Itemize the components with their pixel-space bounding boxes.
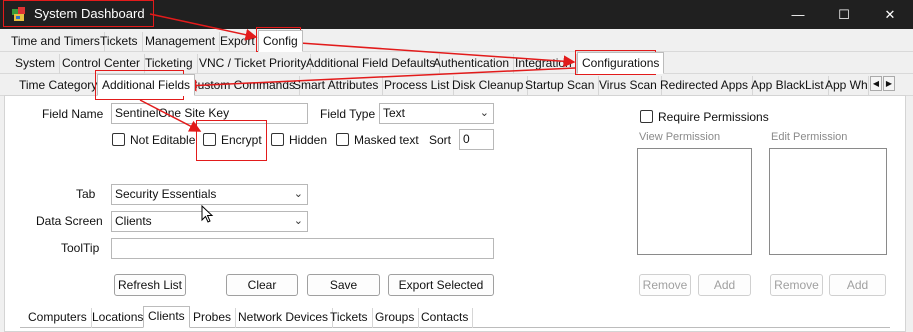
- menu-tab-row: Time and Timers Tickets Management Expor…: [0, 30, 913, 52]
- require-permissions-checkbox[interactable]: [640, 110, 653, 123]
- not-editable-label: Not Editable: [130, 133, 196, 147]
- chevron-down-icon: ⌄: [293, 188, 303, 200]
- hidden-label: Hidden: [289, 133, 328, 147]
- tab-probes[interactable]: Probes: [189, 308, 237, 328]
- hidden-checkbox[interactable]: [271, 133, 284, 146]
- view-remove-button[interactable]: Remove: [639, 274, 691, 296]
- maximize-button[interactable]: ☐: [821, 0, 867, 29]
- save-button[interactable]: Save: [307, 274, 380, 296]
- edit-permission-label: Edit Permission: [771, 131, 848, 143]
- tab-app-blacklist[interactable]: App BlackList: [747, 76, 829, 96]
- tab-computers[interactable]: Computers: [24, 308, 92, 328]
- tab-process-list[interactable]: Process List: [380, 76, 455, 96]
- mouse-cursor-icon: [201, 204, 215, 228]
- clear-button[interactable]: Clear: [226, 274, 298, 296]
- tab-system[interactable]: System: [11, 54, 61, 74]
- masked-text-checkbox[interactable]: [336, 133, 349, 146]
- tab-tickets-bottom[interactable]: Tickets: [326, 308, 373, 328]
- tab-network-devices[interactable]: Network Devices: [234, 308, 334, 328]
- tab-select-value: Security Essentials: [115, 187, 217, 201]
- tab-smart-attributes[interactable]: Smart Attributes: [289, 76, 384, 96]
- view-add-button[interactable]: Add: [698, 274, 751, 296]
- tab-vnc-ticket-priority[interactable]: VNC / Ticket Priority: [195, 54, 312, 74]
- annotation-box-title: [3, 0, 154, 27]
- tab-time-category[interactable]: Time Category: [15, 76, 103, 96]
- edit-permission-list[interactable]: [769, 148, 887, 255]
- tab-config[interactable]: Config: [258, 30, 303, 52]
- tab-select[interactable]: Security Essentials ⌄: [111, 184, 308, 205]
- tab-clients[interactable]: Clients: [143, 306, 190, 328]
- tab-startup-scan[interactable]: Startup Scan: [521, 76, 600, 96]
- export-selected-button[interactable]: Export Selected: [388, 274, 494, 296]
- tab-locations[interactable]: Locations: [88, 308, 149, 328]
- not-editable-checkbox[interactable]: [112, 133, 125, 146]
- tab-scroll-right-icon[interactable]: ▶: [883, 76, 895, 91]
- tab-app-whitelist[interactable]: App Whit: [821, 76, 869, 96]
- chevron-down-icon: ⌄: [293, 215, 303, 227]
- tab-custom-commands[interactable]: Custom Commands: [185, 76, 301, 96]
- tooltip-input[interactable]: [111, 238, 494, 259]
- close-button[interactable]: ✕: [867, 0, 913, 29]
- data-screen-label: Data Screen: [36, 214, 103, 228]
- sort-input[interactable]: 0: [459, 129, 494, 150]
- field-type-label: Field Type: [320, 107, 376, 121]
- edit-remove-button[interactable]: Remove: [770, 274, 823, 296]
- refresh-list-button[interactable]: Refresh List: [114, 274, 186, 296]
- tab-time-and-timers[interactable]: Time and Timers: [7, 32, 105, 52]
- data-screen-value: Clients: [115, 214, 152, 228]
- tab-tickets[interactable]: Tickets: [96, 32, 143, 52]
- tab-virus-scan[interactable]: Virus Scan: [595, 76, 662, 96]
- tab-groups[interactable]: Groups: [371, 308, 420, 328]
- masked-text-label: Masked text: [354, 133, 419, 147]
- tab-additional-field-defaults[interactable]: Additional Field Defaults: [302, 54, 441, 74]
- tab-label: Tab: [76, 187, 96, 201]
- field-type-select[interactable]: Text ⌄: [379, 103, 494, 124]
- tab-authentication[interactable]: Authentication: [429, 54, 515, 74]
- tab-export[interactable]: Export: [216, 32, 260, 52]
- annotation-box-encrypt: [196, 120, 267, 161]
- tab-additional-fields[interactable]: Additional Fields: [97, 74, 196, 96]
- tab-integration[interactable]: Integration: [511, 54, 577, 74]
- require-permissions-label: Require Permissions: [658, 110, 769, 124]
- config-subtab-row: Time Category Additional Fields Custom C…: [0, 74, 913, 96]
- tooltip-label: ToolTip: [61, 241, 100, 255]
- tab-redirected-apps[interactable]: Redirected Apps: [656, 76, 754, 96]
- sort-label: Sort: [429, 133, 452, 147]
- tab-scroll-left-icon[interactable]: ◀: [870, 76, 882, 91]
- tab-contacts[interactable]: Contacts: [417, 308, 474, 328]
- view-permission-label: View Permission: [639, 131, 721, 143]
- view-permission-list[interactable]: [637, 148, 752, 255]
- minimize-button[interactable]: —: [775, 0, 821, 29]
- field-type-value: Text: [383, 106, 406, 120]
- tab-management[interactable]: Management: [141, 32, 221, 52]
- tab-configurations[interactable]: Configurations: [577, 52, 665, 74]
- edit-add-button[interactable]: Add: [829, 274, 886, 296]
- chevron-down-icon: ⌄: [479, 107, 489, 119]
- field-name-label: Field Name: [42, 107, 104, 121]
- tab-disk-cleanup[interactable]: Disk Cleanup: [448, 76, 529, 96]
